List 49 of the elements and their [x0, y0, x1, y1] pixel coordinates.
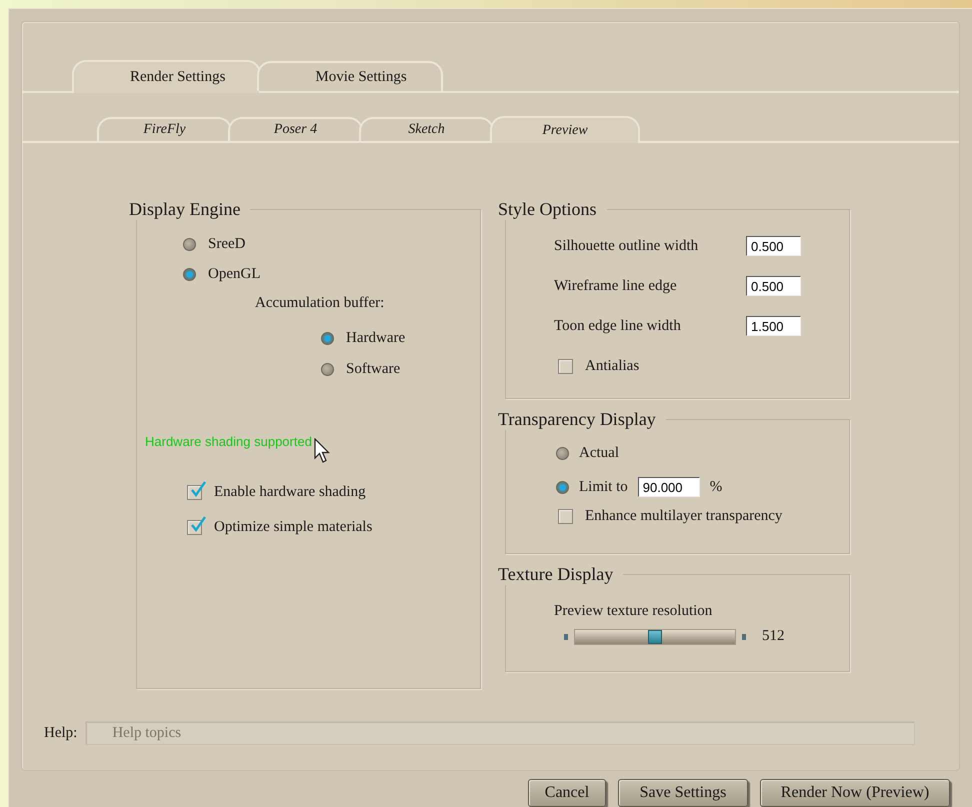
- dialog-button[interactable]: Cancel: [528, 779, 606, 807]
- checkbox[interactable]: [558, 359, 573, 374]
- radio-button[interactable]: [556, 446, 569, 460]
- field-label: Toon edge line width: [554, 318, 681, 334]
- tab[interactable]: Preview: [490, 116, 640, 143]
- field-label: Wireframe line edge: [554, 278, 677, 294]
- number-field[interactable]: 0.500: [746, 236, 801, 256]
- help-field[interactable]: Help topics: [85, 721, 916, 745]
- dialog-button[interactable]: Save Settings: [618, 779, 748, 807]
- checkbox-label: Enhance multilayer transparency: [585, 508, 782, 525]
- tab[interactable]: FireFly: [97, 117, 232, 141]
- radio-button[interactable]: [321, 332, 334, 345]
- tab[interactable]: Movie Settings: [257, 61, 443, 91]
- group-title: Texture Display: [498, 564, 614, 585]
- tab[interactable]: Render Settings: [72, 60, 262, 93]
- slider-min-icon: [564, 634, 568, 640]
- checkbox-label: Enable hardware shading: [214, 484, 366, 501]
- radio-button[interactable]: [556, 480, 569, 494]
- radio-button[interactable]: [321, 363, 334, 376]
- accumulation-label: Accumulation buffer:: [254, 294, 386, 312]
- cursor-icon: [314, 438, 330, 464]
- slider-thumb[interactable]: [648, 630, 662, 644]
- group-title: Style Options: [498, 199, 598, 220]
- slider-value: 512: [762, 628, 784, 645]
- slider-label: Preview texture resolution: [553, 602, 714, 620]
- tab[interactable]: Poser 4: [228, 117, 363, 141]
- checkbox-label: Antialias: [585, 358, 640, 375]
- tab[interactable]: Sketch: [359, 117, 494, 141]
- radio-label: Limit to: [579, 478, 628, 496]
- number-field[interactable]: 90.000: [638, 477, 700, 497]
- number-field[interactable]: 1.500: [746, 316, 801, 336]
- radio-label: SreeD: [208, 236, 246, 253]
- radio-label: Actual: [579, 444, 619, 462]
- unit-label: %: [710, 478, 722, 496]
- radio-label: OpenGL: [208, 266, 260, 283]
- checkbox-label: Optimize simple materials: [214, 519, 372, 536]
- radio-button[interactable]: [183, 268, 196, 281]
- slider-max-icon: [742, 634, 746, 640]
- help-label: Help:: [44, 724, 78, 742]
- radio-label: Hardware: [346, 330, 406, 347]
- radio-label: Software: [346, 361, 400, 378]
- field-label: Silhouette outline width: [554, 238, 698, 254]
- dialog-button[interactable]: Render Now (Preview): [760, 779, 950, 807]
- number-field[interactable]: 0.500: [746, 276, 801, 296]
- checkbox[interactable]: [558, 509, 573, 524]
- radio-button[interactable]: [183, 238, 196, 251]
- group-title: Display Engine: [129, 199, 242, 220]
- group-title: Transparency Display: [498, 409, 657, 430]
- status-text: Hardware shading supported: [145, 434, 312, 449]
